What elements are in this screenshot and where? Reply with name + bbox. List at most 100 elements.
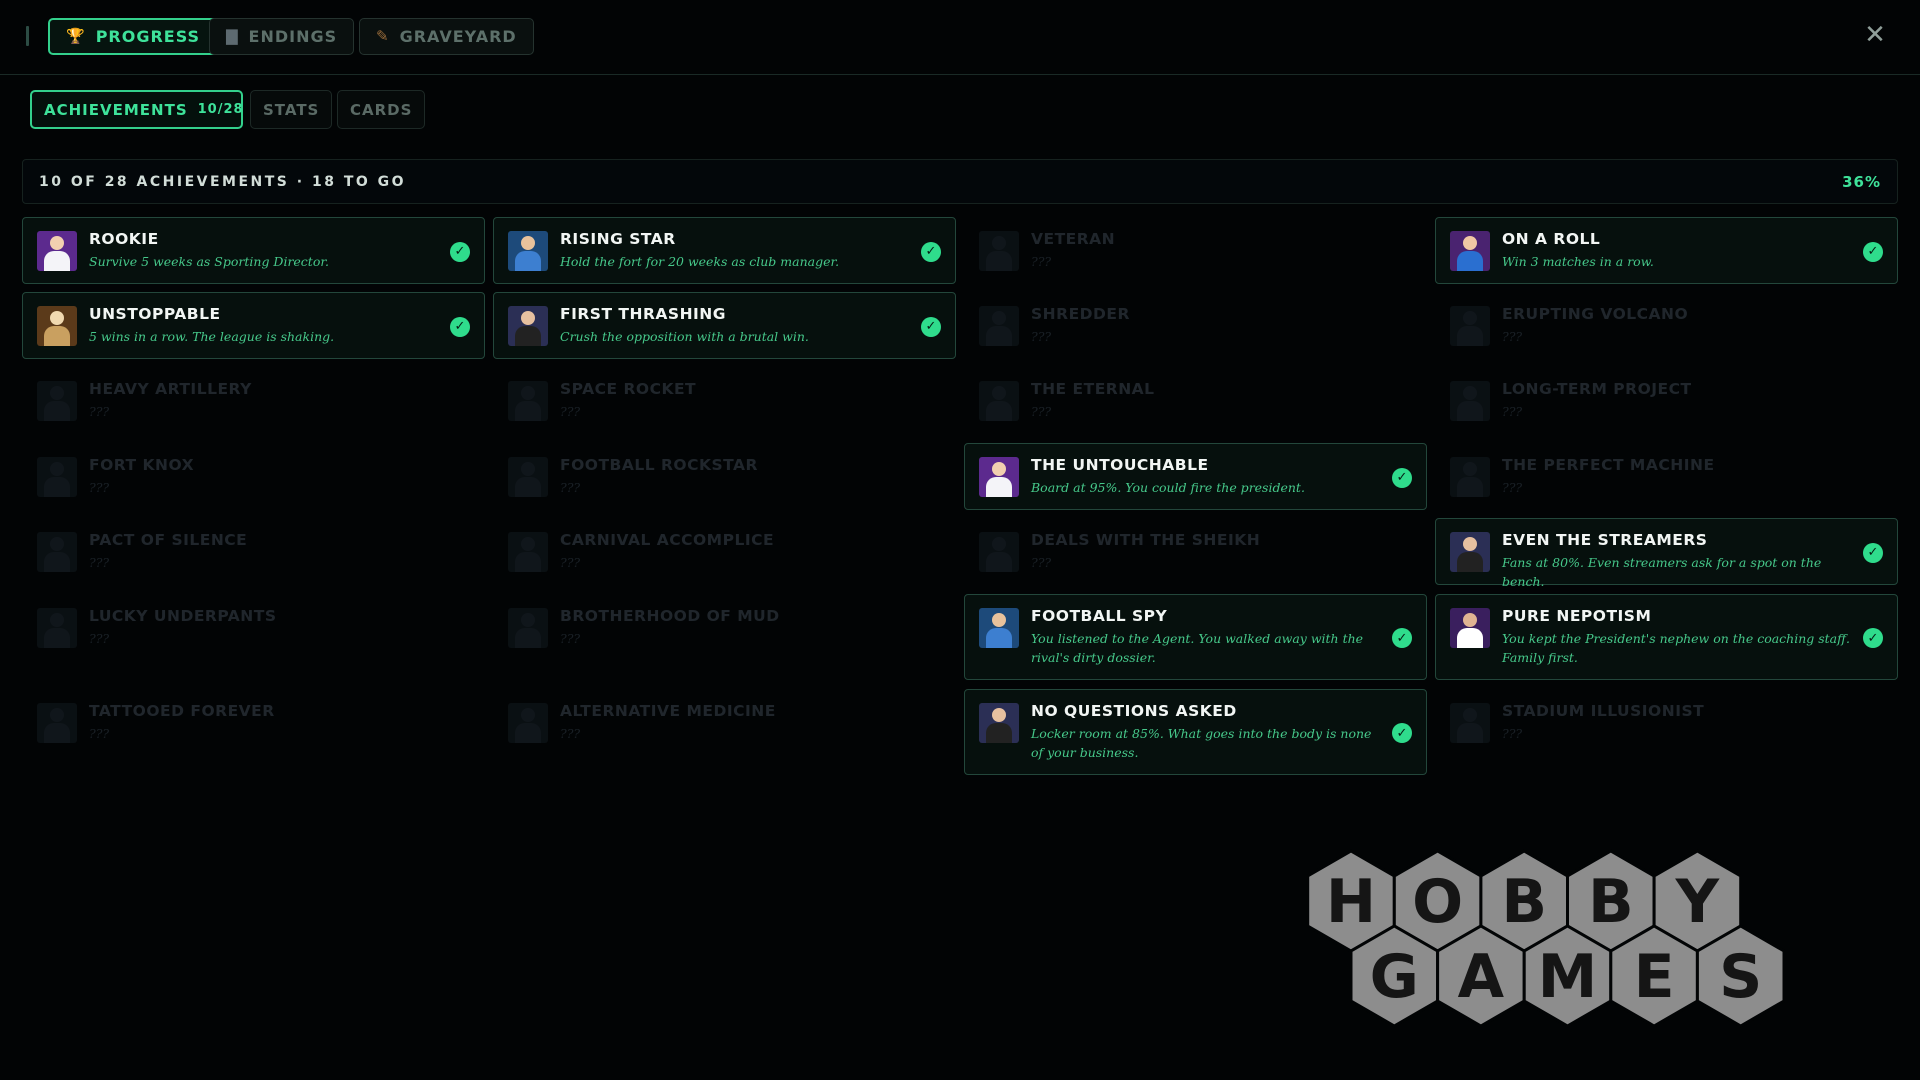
achievement-card[interactable]: VETERAN??? — [964, 217, 1427, 284]
achievement-text: SHREDDER??? — [1031, 305, 1412, 346]
tab-graveyard-label: GRAVEYARD — [399, 27, 517, 46]
achievement-title: THE PERFECT MACHINE — [1502, 456, 1715, 474]
achievement-card[interactable]: SPACE ROCKET??? — [493, 367, 956, 434]
achievement-title: BROTHERHOOD OF MUD — [560, 607, 780, 625]
achievement-portrait — [37, 381, 77, 421]
achievement-title: HEAVY ARTILLERY — [89, 380, 252, 398]
achievement-card[interactable]: PACT OF SILENCE??? — [22, 518, 485, 585]
achievement-title: LUCKY UNDERPANTS — [89, 607, 277, 625]
achievement-card[interactable]: PURE NEPOTISM You kept the President's ne… — [1435, 594, 1898, 680]
logo-letter: B — [1501, 867, 1547, 937]
achievement-text: ALTERNATIVE MEDICINE??? — [560, 702, 941, 743]
achievement-card[interactable]: THE ETERNAL??? — [964, 367, 1427, 434]
achievement-description: Hold the fort for 20 weeks as club manag… — [560, 254, 840, 269]
achievement-text: SPACE ROCKET??? — [560, 380, 941, 421]
logo-letter: E — [1634, 942, 1675, 1012]
achievement-description: ??? — [89, 404, 110, 419]
achievement-title: FIRST THRASHING — [560, 305, 726, 323]
achievement-text: THE UNTOUCHABLE Board at 95%. You could f… — [1031, 456, 1382, 497]
logo-letter: O — [1412, 867, 1463, 937]
achievement-description: Crush the opposition with a brutal win. — [560, 329, 809, 344]
achievement-title: RISING STAR — [560, 230, 676, 248]
achievement-description: ??? — [560, 631, 581, 646]
achievement-title: ROOKIE — [89, 230, 159, 248]
achievement-card[interactable]: LUCKY UNDERPANTS??? — [22, 594, 485, 680]
achievement-card[interactable]: NO QUESTIONS ASKED Locker room at 85%. Wh… — [964, 689, 1427, 775]
tab-progress[interactable]: 🏆 PROGRESS — [48, 18, 219, 55]
achievement-card[interactable]: ROOKIE Survive 5 weeks as Sporting Direct… — [22, 217, 485, 284]
subtab-stats[interactable]: STATS — [250, 90, 333, 129]
achievement-card[interactable]: TATTOOED FOREVER??? — [22, 689, 485, 775]
achievement-card[interactable]: DEALS WITH THE SHEIKH??? — [964, 518, 1427, 585]
achievement-card[interactable]: FORT KNOX??? — [22, 443, 485, 510]
achievement-portrait — [979, 231, 1019, 271]
achievement-text: ROOKIE Survive 5 weeks as Sporting Direct… — [89, 230, 440, 271]
achievement-text: DEALS WITH THE SHEIKH??? — [1031, 531, 1412, 572]
achievement-description: Survive 5 weeks as Sporting Director. — [89, 254, 329, 269]
achievement-card[interactable]: ERUPTING VOLCANO??? — [1435, 292, 1898, 359]
achievement-title: SHREDDER — [1031, 305, 1130, 323]
check-icon: ✓ — [1392, 723, 1412, 743]
achievement-card[interactable]: ALTERNATIVE MEDICINE??? — [493, 689, 956, 775]
achievement-card[interactable]: SHREDDER??? — [964, 292, 1427, 359]
achievement-text: FOOTBALL ROCKSTAR??? — [560, 456, 941, 497]
achievement-text: EVEN THE STREAMERS Fans at 80%. Even stre… — [1502, 531, 1853, 591]
achievement-description: ??? — [89, 555, 110, 570]
achievement-title: FORT KNOX — [89, 456, 195, 474]
nav-marker — [26, 26, 29, 46]
achievement-card[interactable]: FIRST THRASHING Crush the opposition with… — [493, 292, 956, 359]
achievement-description: ??? — [89, 631, 110, 646]
achievement-text: BROTHERHOOD OF MUD??? — [560, 607, 941, 648]
achievement-text: ERUPTING VOLCANO??? — [1502, 305, 1883, 346]
subtab-cards[interactable]: CARDS — [337, 90, 426, 129]
achievement-portrait — [979, 532, 1019, 572]
achievement-card[interactable]: EVEN THE STREAMERS Fans at 80%. Even stre… — [1435, 518, 1898, 589]
achievement-portrait — [508, 703, 548, 743]
achievement-card[interactable]: THE UNTOUCHABLE Board at 95%. You could f… — [964, 443, 1427, 510]
logo-letter: B — [1588, 867, 1634, 937]
close-button[interactable]: ✕ — [1860, 20, 1890, 50]
check-icon: ✓ — [1863, 628, 1883, 648]
achievement-portrait — [508, 306, 548, 346]
subtab-achievements[interactable]: ACHIEVEMENTS 10/28 — [30, 90, 243, 129]
achievement-description: You kept the President's nephew on the c… — [1502, 631, 1850, 665]
achievement-title: THE UNTOUCHABLE — [1031, 456, 1209, 474]
achievement-text: STADIUM ILLUSIONIST??? — [1502, 702, 1883, 743]
achievement-card[interactable]: HEAVY ARTILLERY??? — [22, 367, 485, 434]
achievement-text: FIRST THRASHING Crush the opposition with… — [560, 305, 911, 346]
achievement-portrait — [979, 703, 1019, 743]
achievement-description: ??? — [1031, 329, 1052, 344]
achievement-card[interactable]: BROTHERHOOD OF MUD??? — [493, 594, 956, 680]
tab-endings[interactable]: ▇ ENDINGS — [209, 18, 355, 55]
achievement-description: Fans at 80%. Even streamers ask for a sp… — [1502, 555, 1822, 589]
achievement-description: 5 wins in a row. The league is shaking. — [89, 329, 335, 344]
check-icon: ✓ — [450, 241, 470, 262]
achievement-portrait — [37, 532, 77, 572]
tab-progress-label: PROGRESS — [95, 27, 201, 46]
achievement-card[interactable]: LONG-TERM PROJECT??? — [1435, 367, 1898, 434]
achievement-card[interactable]: FOOTBALL SPY You listened to the Agent. Y… — [964, 594, 1427, 680]
achievement-card[interactable]: RISING STAR Hold the fort for 20 weeks as… — [493, 217, 956, 284]
tab-graveyard[interactable]: ✎ GRAVEYARD — [359, 18, 534, 55]
logo-letter: Y — [1675, 867, 1721, 937]
check-icon: ✓ — [450, 316, 470, 337]
achievement-card[interactable]: STADIUM ILLUSIONIST??? — [1435, 689, 1898, 775]
achievement-card[interactable]: THE PERFECT MACHINE??? — [1435, 443, 1898, 510]
check-icon: ✓ — [1392, 467, 1412, 488]
achievement-portrait — [979, 306, 1019, 346]
achievement-portrait — [1450, 608, 1490, 648]
achievement-title: LONG-TERM PROJECT — [1502, 380, 1692, 398]
achievement-card[interactable]: FOOTBALL ROCKSTAR??? — [493, 443, 956, 510]
achievement-title: VETERAN — [1031, 230, 1116, 248]
achievement-description: ??? — [560, 480, 581, 495]
top-nav-bar: 🏆 PROGRESS ▇ ENDINGS ✎ GRAVEYARD ✕ — [0, 0, 1920, 75]
achievement-card[interactable]: ON A ROLL Win 3 matches in a row. ✓ — [1435, 217, 1898, 284]
achievement-portrait — [508, 532, 548, 572]
check-icon: ✓ — [1392, 628, 1412, 648]
achievement-card[interactable]: UNSTOPPABLE 5 wins in a row. The league i… — [22, 292, 485, 359]
achievement-description: ??? — [1031, 404, 1052, 419]
achievement-card[interactable]: CARNIVAL ACCOMPLICE??? — [493, 518, 956, 585]
achievement-portrait — [1450, 703, 1490, 743]
achievement-text: THE ETERNAL??? — [1031, 380, 1412, 421]
achievement-portrait — [979, 457, 1019, 497]
